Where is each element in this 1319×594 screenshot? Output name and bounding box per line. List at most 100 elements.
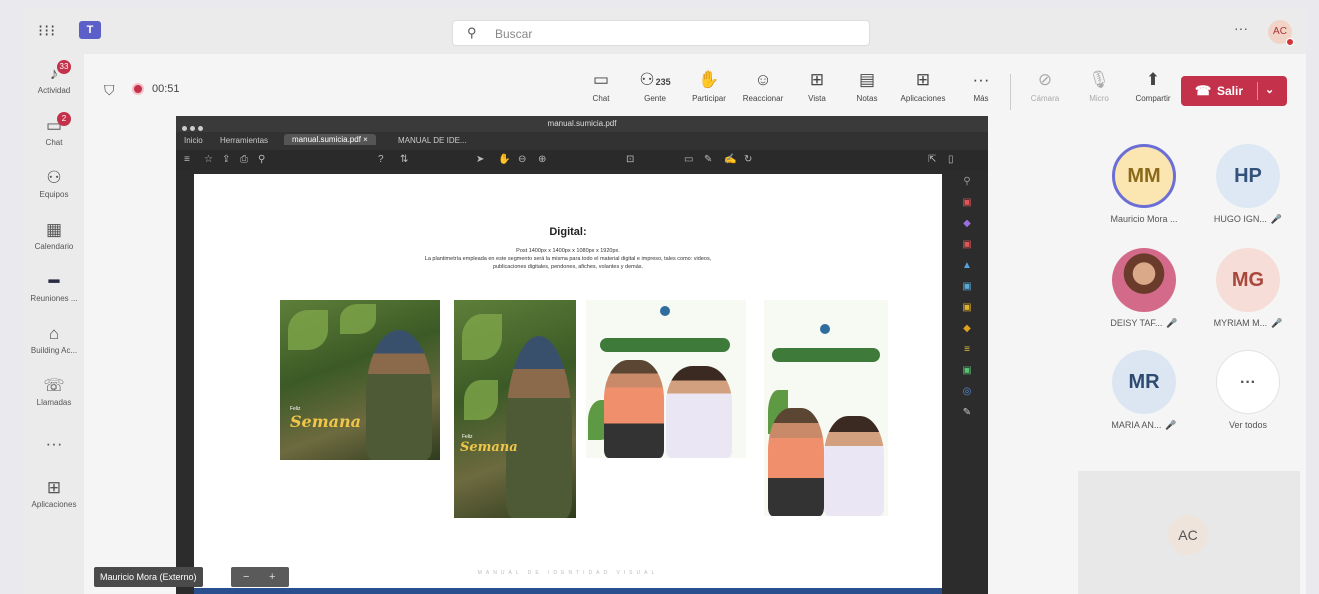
rail-item-llamadas[interactable]: ☏ Llamadas — [24, 376, 84, 407]
mic-muted-icon: 🎤 — [1165, 420, 1177, 430]
mic-button[interactable]: 🎙 Micro — [1072, 70, 1126, 103]
comment-icon[interactable]: ▭ — [684, 154, 693, 165]
chat-button[interactable]: ▭ Chat — [574, 70, 628, 103]
notes-button[interactable]: ▤ Notas — [840, 70, 894, 103]
user-avatar[interactable]: AC — [1268, 20, 1294, 46]
tab-manual-identidad[interactable]: MANUAL DE IDE... — [398, 136, 467, 145]
meeting-icon: ━ — [48, 272, 60, 291]
mic-muted-icon: 🎤 — [1271, 318, 1283, 328]
tab-manual-pdf[interactable]: manual.sumicia.pdf × — [284, 134, 376, 145]
pen-icon[interactable]: ✎ — [704, 154, 712, 165]
doc-title: Digital: — [549, 226, 587, 238]
organize-icon[interactable]: ▣ — [956, 281, 978, 297]
top-bar: ⁝⁝⁝ T ⚲ Buscar ··· AC — [24, 8, 1306, 54]
participant-tile[interactable]: DEISY TAF... 🎤 — [1094, 248, 1194, 329]
tab-inicio[interactable]: Inicio — [184, 136, 203, 145]
rail-item-reuniones[interactable]: ━ Reuniones ... — [24, 272, 84, 303]
share-icon: ⬆ — [1145, 70, 1161, 89]
rail-item-building[interactable]: ⌂ Building Ac... — [24, 324, 84, 355]
combine-icon[interactable]: ▲ — [956, 260, 978, 276]
view-all-label: Ver todos — [1228, 420, 1268, 430]
people-button[interactable]: ⚇235 Gente — [628, 70, 682, 103]
chat-badge: 2 — [57, 112, 71, 126]
avatar-photo — [1112, 248, 1176, 312]
participant-tile[interactable]: MM Mauricio Mora ... — [1094, 144, 1194, 224]
share-button[interactable]: ⬆ Compartir — [1126, 70, 1180, 103]
view-icon: ⊞ — [809, 70, 825, 89]
people-count: 235 — [655, 77, 671, 87]
fit-icon[interactable]: ⊡ — [626, 154, 634, 165]
rail-item-more[interactable]: ··· — [24, 434, 84, 454]
zoom-out-icon[interactable]: ⊖ — [518, 154, 526, 165]
menu-icon[interactable]: ≡ — [184, 154, 190, 165]
participant-name: Mauricio Mora ... — [1110, 214, 1178, 224]
view-button[interactable]: ⊞ Vista — [790, 70, 844, 103]
help-icon[interactable]: ? — [378, 154, 384, 165]
phone-hangup-icon: ☎ — [1195, 83, 1212, 98]
more-button[interactable]: ··· Más — [954, 70, 1008, 103]
rail-item-actividad[interactable]: ♪ 33 Actividad — [24, 60, 84, 95]
raise-hand-button[interactable]: ✋ Participar — [682, 70, 736, 103]
share-pdf-icon[interactable]: ⇱ — [928, 154, 936, 165]
create-pdf-icon[interactable]: ▣ — [956, 239, 978, 255]
protect-icon[interactable]: ≡ — [956, 344, 978, 360]
rail-item-equipos[interactable]: ⚇ Equipos — [24, 168, 84, 199]
react-button[interactable]: ☺ Reaccionar — [736, 70, 790, 103]
zoom-icon[interactable]: ⚲ — [258, 154, 265, 165]
sign-icon[interactable]: ✍ — [724, 154, 736, 165]
participant-tile[interactable]: MR MARIA AN... 🎤 — [1094, 350, 1194, 431]
leave-button[interactable]: ☎ Salir ⌄ — [1181, 76, 1287, 106]
toolbar-divider — [1010, 74, 1011, 110]
calendar-icon: ▦ — [45, 220, 63, 239]
zoom-in-icon[interactable]: ⊕ — [538, 154, 546, 165]
bell-icon: ♪ 33 — [24, 60, 84, 84]
cursor-icon[interactable]: ➤ — [476, 154, 484, 165]
rotate-icon[interactable]: ↻ — [744, 154, 752, 165]
zoom-in-button[interactable]: + — [269, 567, 275, 587]
app-launcher-icon[interactable]: ⁝⁝⁝ — [38, 21, 56, 41]
apps-button[interactable]: ⊞ Aplicaciones — [896, 70, 950, 103]
search-icon: ⚲ — [467, 25, 477, 40]
fill-sign-icon[interactable]: ◆ — [956, 323, 978, 339]
search-box[interactable]: ⚲ Buscar — [452, 20, 870, 46]
export-pdf-icon[interactable]: ▣ — [956, 197, 978, 213]
search-icon[interactable]: ⚲ — [956, 176, 978, 192]
avatar: HP — [1216, 144, 1280, 208]
participant-tile[interactable]: HP HUGO IGN... 🎤 — [1198, 144, 1298, 225]
participant-name: DEISY TAF... — [1110, 318, 1163, 328]
rail-item-aplicaciones[interactable]: ⊞ Aplicaciones — [24, 478, 84, 509]
star-icon[interactable]: ☆ — [204, 154, 213, 165]
rail-item-chat[interactable]: ▭ 2 Chat — [24, 112, 84, 147]
rail-item-calendario[interactable]: ▦ Calendario — [24, 220, 84, 251]
print-icon[interactable]: ⎙ — [240, 154, 248, 165]
building-icon: ⌂ — [48, 324, 60, 343]
zoom-out-button[interactable]: − — [243, 567, 249, 587]
recording-icon — [132, 83, 144, 95]
participant-name: HUGO IGN... — [1213, 214, 1267, 224]
edit-pdf-icon[interactable]: ◆ — [956, 218, 978, 234]
more-options-icon[interactable]: ··· — [1234, 20, 1248, 36]
chevron-down-icon[interactable]: ⌄ — [1265, 83, 1274, 96]
page-nav-icon[interactable]: ⇅ — [400, 154, 408, 165]
hand-icon[interactable]: ✋ — [498, 154, 510, 165]
leave-divider — [1257, 82, 1258, 100]
doc-footer: MANUAL DE IDENTIDAD VISUAL — [477, 570, 659, 576]
bookmark-icon[interactable]: ▯ — [948, 154, 954, 165]
compress-icon[interactable]: ▣ — [956, 365, 978, 381]
upload-icon[interactable]: ⇪ — [222, 154, 230, 165]
mic-muted-icon: 🎤 — [1166, 318, 1178, 328]
participant-tile[interactable]: MG MYRIAM M... 🎤 — [1198, 248, 1298, 329]
chat-icon: ▭ 2 — [24, 112, 84, 136]
more-tools-icon[interactable]: ✎ — [956, 407, 978, 423]
view-all-participants[interactable]: ··· Ver todos — [1198, 350, 1298, 430]
notes-icon: ▤ — [858, 70, 876, 89]
shield-icon[interactable]: ⛉ — [104, 82, 115, 99]
comment-tool-icon[interactable]: ▣ — [956, 302, 978, 318]
more-icon: ··· — [45, 434, 63, 453]
tab-herramientas[interactable]: Herramientas — [220, 136, 268, 145]
pdf-side-tools: ⚲ ▣ ◆ ▣ ▲ ▣ ▣ ◆ ≡ ▣ ◎ ✎ — [956, 176, 978, 428]
camera-button[interactable]: ⊘ Cámara — [1018, 70, 1072, 103]
post-square-photo: Feliz Semana — [280, 300, 440, 460]
redact-icon[interactable]: ◎ — [956, 386, 978, 402]
self-video-tile[interactable]: AC — [1078, 471, 1300, 594]
